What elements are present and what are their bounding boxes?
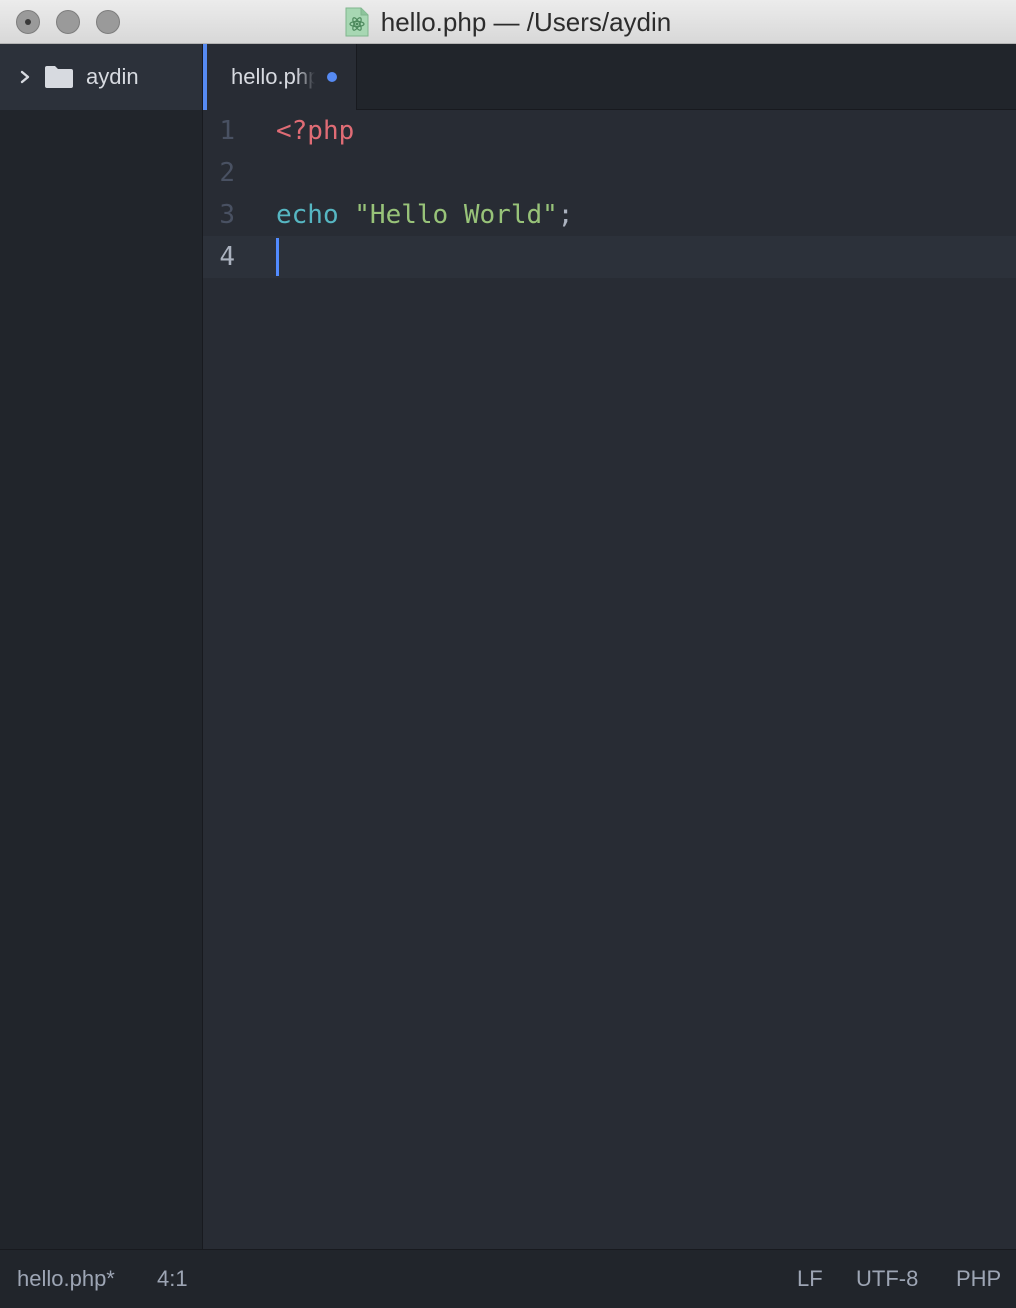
status-bar: hello.php* 4:1 LF UTF-8 PHP <box>0 1249 1016 1308</box>
editor-line[interactable]: 2 <box>203 152 1016 194</box>
echo-keyword: echo <box>276 200 339 230</box>
modified-dot-icon[interactable] <box>327 72 337 82</box>
title-wrap: hello.php — /Users/aydin <box>0 0 1016 44</box>
status-grammar[interactable]: PHP <box>956 1266 1001 1292</box>
text-cursor <box>276 238 279 276</box>
document-icon <box>345 7 369 37</box>
tree-item-project-root[interactable]: aydin <box>0 44 202 110</box>
status-file-path[interactable]: hello.php* <box>17 1266 115 1292</box>
folder-icon <box>45 66 73 88</box>
tab-bar: hello.php <box>203 44 1016 110</box>
active-tab-indicator <box>203 44 207 110</box>
title-bar: hello.php — /Users/aydin <box>0 0 1016 44</box>
status-encoding[interactable]: UTF-8 <box>856 1266 918 1292</box>
tab-label: hello.php <box>231 64 315 89</box>
editor-line-current[interactable]: 4 <box>203 236 1016 278</box>
line-number[interactable]: 3 <box>203 194 235 236</box>
editor-line[interactable]: 1 <?php <box>203 110 1016 152</box>
status-cursor-position[interactable]: 4:1 <box>157 1266 188 1292</box>
atom-window: hello.php — /Users/aydin aydin hello.php… <box>0 0 1016 1308</box>
status-line-ending[interactable]: LF <box>797 1266 823 1292</box>
line-code[interactable]: <?php <box>276 110 354 152</box>
editor-line[interactable]: 3 echo "Hello World"; <box>203 194 1016 236</box>
tree-view: aydin <box>0 44 203 1249</box>
string-literal: "Hello World" <box>354 200 558 230</box>
line-number[interactable]: 4 <box>203 236 235 278</box>
project-folder-label: aydin <box>86 64 139 89</box>
chevron-right-icon[interactable] <box>18 70 32 84</box>
semicolon: ; <box>557 200 574 230</box>
php-open-tag: <?php <box>276 116 355 146</box>
tab-hello-php[interactable]: hello.php <box>203 44 357 110</box>
window-title: hello.php — /Users/aydin <box>380 6 672 37</box>
text-editor[interactable]: 1 <?php 2 3 echo "Hello World"; 4 <box>203 110 1016 1249</box>
line-code[interactable]: echo "Hello World"; <box>276 194 573 236</box>
line-number[interactable]: 1 <box>203 110 235 152</box>
line-number[interactable]: 2 <box>203 152 235 194</box>
